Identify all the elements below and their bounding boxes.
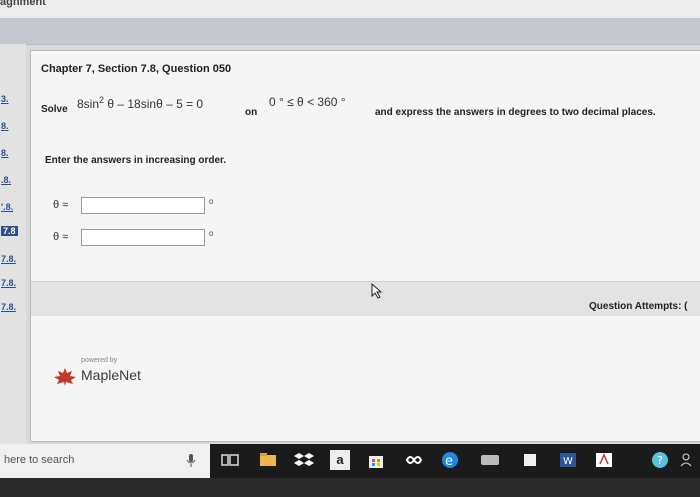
window-top-strip: agnment [0,0,700,18]
powered-by: powered by [81,357,118,364]
sidebar-item[interactable]: 8. [1,121,9,131]
question-panel: Chapter 7, Section 7.8, Question 050 Sol… [30,50,700,442]
task-view-icon[interactable] [220,450,240,470]
search-placeholder: here to search [4,454,75,466]
media-app-icon[interactable] [480,450,500,470]
microphone-icon[interactable] [186,454,196,468]
acrobat-icon[interactable] [594,450,614,470]
file-explorer-icon[interactable] [258,450,278,470]
word-icon[interactable]: W [558,450,578,470]
sidebar-item[interactable]: 7.8. [1,254,16,264]
help-icon[interactable]: ? [650,450,670,470]
sidebar-item[interactable]: 8. [1,148,9,158]
question-attempts: Question Attempts: ( [589,301,688,312]
svg-text:e: e [445,454,453,469]
amazon-icon[interactable]: a [330,450,350,470]
bottom-edge [0,478,700,497]
theta-label: θ ≈ [53,199,69,211]
partial-title: agnment [0,0,46,8]
svg-text:W: W [563,456,573,467]
dropbox-icon[interactable] [294,450,314,470]
sidebar-item[interactable]: 3. [1,94,9,104]
sidebar-item[interactable]: .8. [1,175,11,185]
on-label: on [245,107,258,118]
svg-text:?: ? [657,454,663,467]
answer-input-2[interactable] [81,229,205,246]
taskbar-search[interactable]: here to search [0,444,210,478]
edge-browser-icon[interactable]: e [440,450,460,470]
equation: 8sin2 θ – 18sinθ – 5 = 0 [77,95,204,111]
taskbar: here to search a e W ? [0,444,700,478]
maple-leaf-icon [54,368,76,386]
sidebar: 3. 8. 8. .8. '.8. 7.8 7.8. 7.8. 7.8. [0,44,26,444]
people-icon[interactable] [678,450,698,470]
flag-icon[interactable] [520,450,540,470]
mouse-cursor-icon [371,283,383,299]
maplenet-logo-text: MapleNet [81,367,141,383]
answer-input-1[interactable] [81,197,205,214]
sidebar-item[interactable]: 7.8. [1,278,16,288]
sidebar-item[interactable]: 7.8. [1,302,16,312]
sidebar-item-active[interactable]: 7.8 [1,226,18,236]
degree-symbol: o [209,197,214,206]
domain: 0 ° ≤ θ < 360 ° [269,95,346,109]
degree-symbol: o [209,229,214,238]
order-instruction: Enter the answers in increasing order. [45,155,227,166]
theta-label: θ ≈ [53,231,69,243]
question-title: Chapter 7, Section 7.8, Question 050 [41,63,232,75]
solve-label: Solve [41,104,68,115]
store-icon[interactable] [366,450,386,470]
infinity-app-icon[interactable] [404,450,424,470]
header-band [0,18,700,45]
sidebar-item[interactable]: '.8. [1,202,13,212]
express-instructions: and express the answers in degrees to tw… [375,107,656,118]
